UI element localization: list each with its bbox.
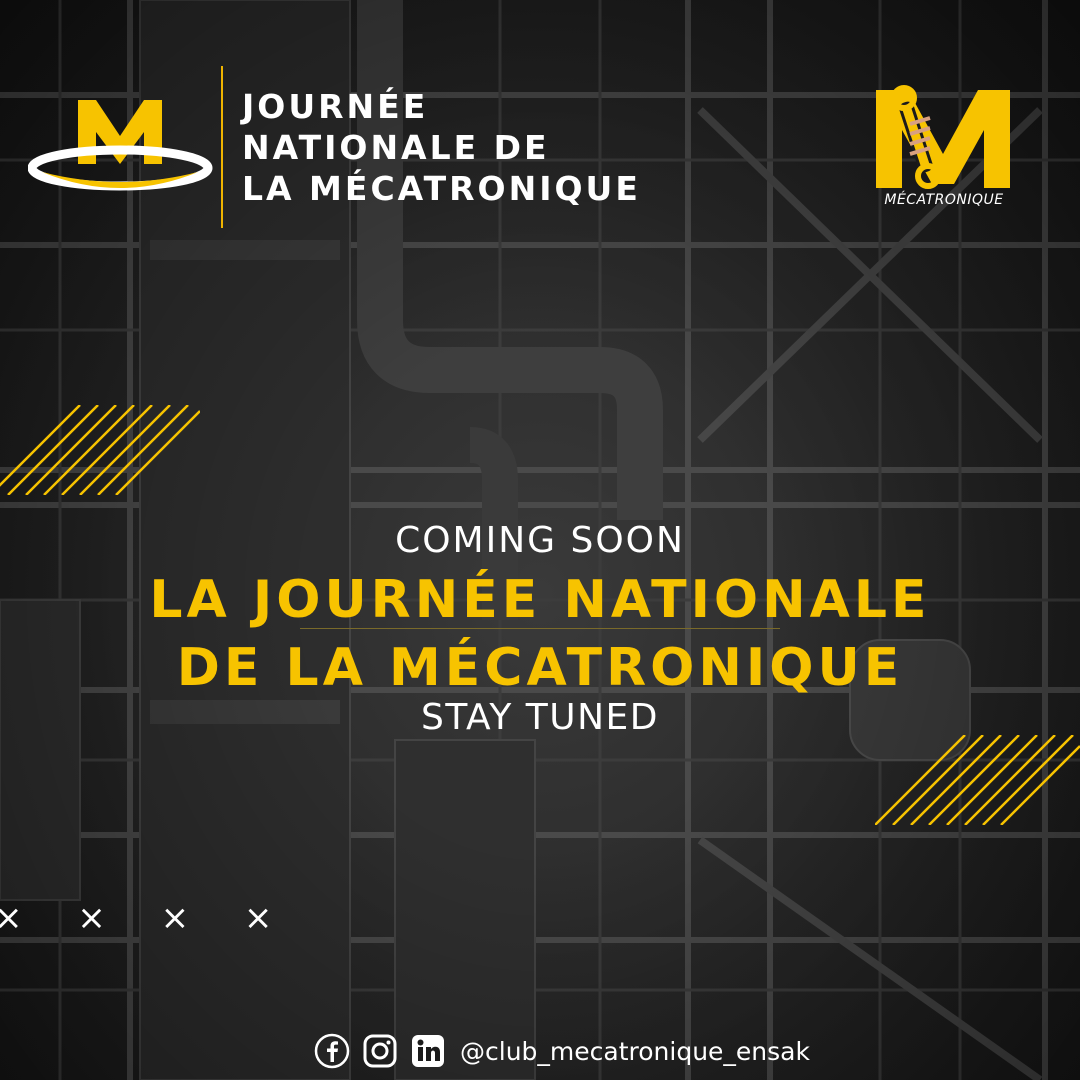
social-footer: @club_mecatronique_ensak (314, 1033, 810, 1069)
club-logo-text: MÉCATRONIQUE (884, 192, 1004, 208)
stay-tuned-text: STAY TUNED (420, 697, 660, 738)
x-marks: × × × × (0, 898, 295, 938)
coming-soon-text: COMING SOON (395, 520, 685, 561)
event-m-logo (28, 100, 213, 191)
stripes-left (0, 405, 200, 495)
social-handle[interactable]: @club_mecatronique_ensak (460, 1037, 810, 1066)
facebook-icon[interactable] (314, 1033, 350, 1069)
poster: JOURNÉE NATIONALE DE LA MÉCATRONIQUE MÉC… (0, 0, 1080, 1080)
event-title-line-1: JOURNÉE (242, 87, 429, 126)
event-title-line-2: NATIONALE DE (242, 128, 550, 167)
headline-line-2: DE LA MÉCATRONIQUE (176, 638, 904, 698)
stripes-right (875, 735, 1080, 825)
header-divider (221, 66, 223, 228)
event-title-line-3: LA MÉCATRONIQUE (242, 169, 641, 208)
event-title: JOURNÉE NATIONALE DE LA MÉCATRONIQUE (242, 86, 641, 209)
headline-rule (300, 628, 780, 629)
linkedin-icon[interactable] (410, 1033, 446, 1069)
headline-line-1: LA JOURNÉE NATIONALE (149, 570, 931, 630)
instagram-icon[interactable] (362, 1033, 398, 1069)
